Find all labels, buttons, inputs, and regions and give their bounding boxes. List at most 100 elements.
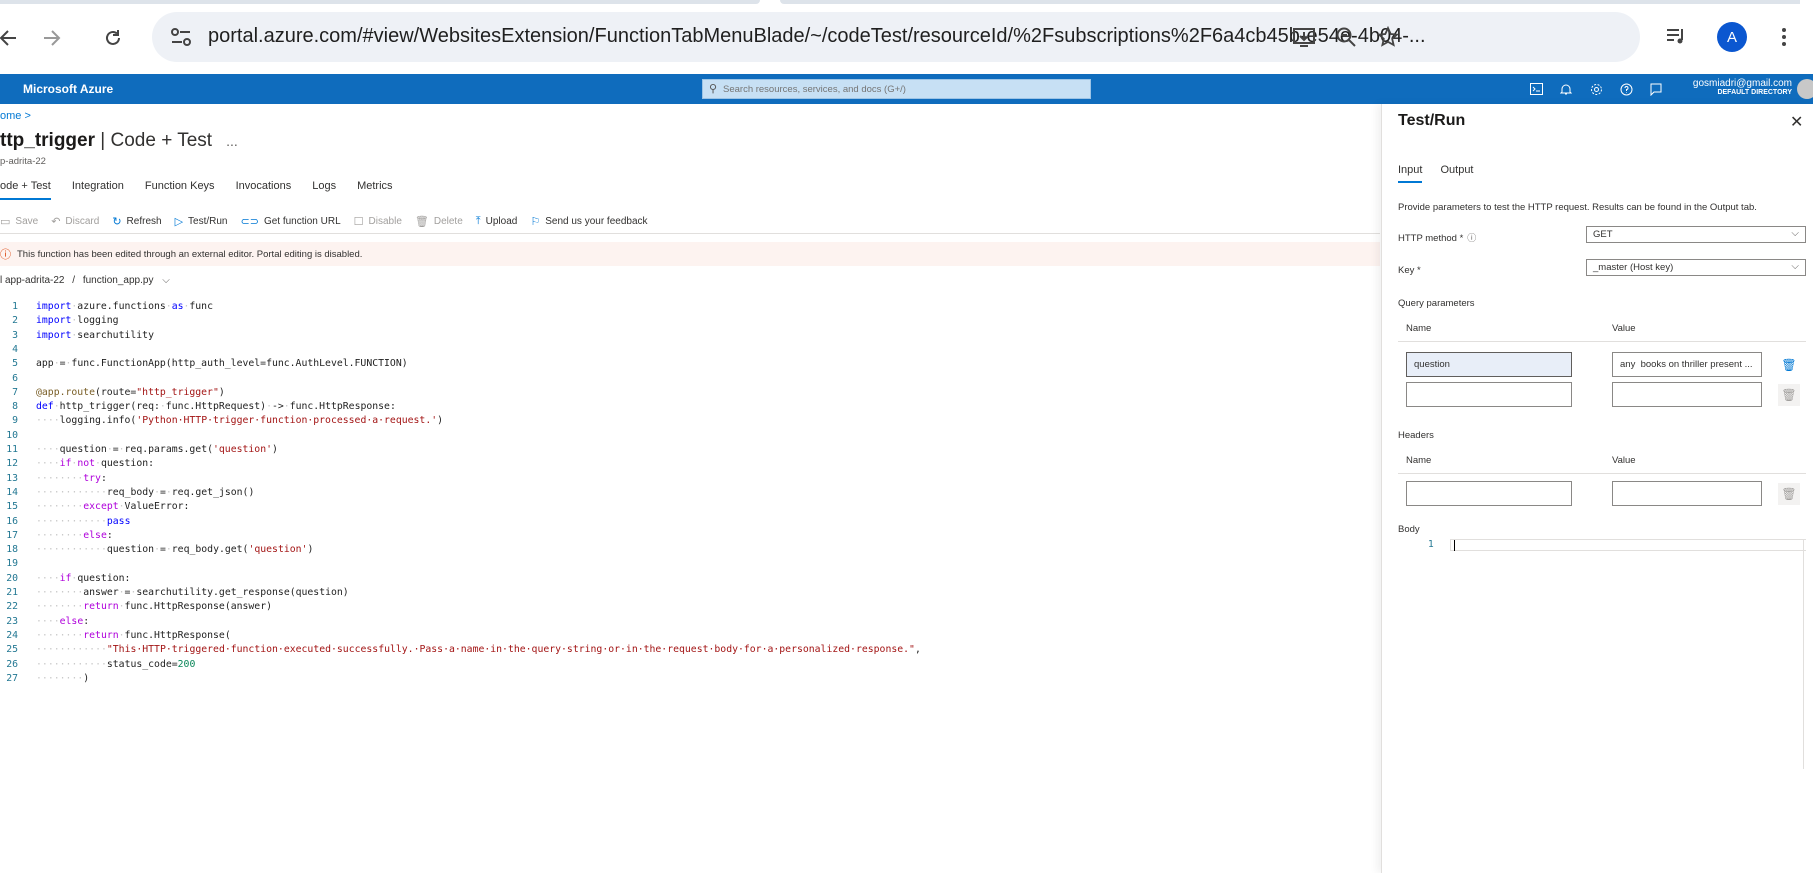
line-number: 13 [6,472,18,484]
address-bar[interactable]: portal.azure.com/#view/WebsitesExtension… [152,12,1640,62]
code-line[interactable]: ············"This·HTTP·triggered·functio… [36,643,921,657]
code-line[interactable]: ········try: [36,472,107,486]
code-line[interactable]: import·logging [36,314,119,328]
browser-toolbar: portal.azure.com/#view/WebsitesExtension… [0,0,1813,72]
line-number: 25 [6,644,18,656]
get-function-url-label: Get function URL [263,215,341,227]
code-line[interactable]: ····if·question: [36,572,130,586]
bookmark-star-icon[interactable] [1376,25,1400,49]
send-feedback-button[interactable]: ⚐ Send us your feedback [530,215,647,228]
code-line[interactable]: ····logging.info('Python·HTTP·trigger·fu… [36,414,443,428]
tab-metrics[interactable]: Metrics [357,178,392,202]
code-line[interactable]: ············req_body·=·req.get_json() [36,486,254,500]
azure-search-box[interactable]: ⚲ [702,79,1091,99]
tab-function-keys[interactable]: Function Keys [145,178,215,202]
line-number: 18 [6,544,18,556]
body-editor[interactable]: 1 [1398,539,1806,769]
chevron-down-icon[interactable]: ⌵ [162,275,170,286]
gear-icon[interactable] [1587,80,1605,98]
tab-code-test[interactable]: ode + Test [0,178,51,200]
header-name-input[interactable] [1406,481,1572,506]
page-title: ttp_trigger | Code + Test... [0,130,238,152]
chevron-down-icon: ⌵ [1791,261,1799,272]
bell-icon[interactable] [1557,80,1575,98]
menu-icon[interactable] [1774,20,1794,54]
code-line[interactable]: ········return·func.HttpResponse( [36,629,231,643]
headers-heading: Headers [1398,430,1434,441]
search-input[interactable] [723,82,1083,97]
code-line[interactable]: ········) [36,672,89,686]
tab-logs[interactable]: Logs [312,178,336,202]
delete-row-icon[interactable]: 🗑︎ [1778,354,1800,376]
url-text[interactable]: portal.azure.com/#view/WebsitesExtension… [208,25,1426,48]
code-line[interactable]: app·=·func.FunctionApp(http_auth_level=f… [36,357,408,371]
save-button[interactable]: ▭ Save [0,215,38,228]
user-email: gosmiadri@gmail.com [1692,78,1792,89]
code-line[interactable]: ········answer·=·searchutility.get_respo… [36,586,349,600]
azure-brand[interactable]: Microsoft Azure [23,82,113,96]
code-line[interactable]: ····if·not·question: [36,457,154,471]
file-path-app[interactable]: l app-adrita-22 [0,275,64,286]
file-selector[interactable]: function_app.py [83,275,154,286]
media-icon[interactable] [1658,18,1694,54]
zoom-icon[interactable] [1334,25,1358,49]
upload-button[interactable]: ⤒ Upload [476,215,518,228]
back-arrow-icon[interactable] [0,18,28,58]
http-method-select[interactable]: GET ⌵ [1586,226,1806,243]
get-function-url-button[interactable]: ⊂⊃ Get function URL [241,215,341,228]
delete-row-icon[interactable]: 🗑︎ [1778,384,1800,406]
cloud-shell-icon[interactable] [1527,80,1545,98]
feedback-icon[interactable] [1647,80,1665,98]
code-line[interactable]: ····question·=·req.params.get('question'… [36,443,278,457]
delete-button[interactable]: 🗑︎ Delete [415,215,463,228]
tab-invocations[interactable]: Invocations [236,178,292,202]
code-line[interactable]: import·azure.functions·as·func [36,300,213,314]
reload-icon[interactable] [93,18,133,58]
profile-avatar[interactable]: A [1717,22,1747,52]
header-value-input[interactable] [1612,481,1762,506]
close-icon[interactable]: ✕ [1790,112,1803,132]
disable-button[interactable]: ☐ Disable [354,215,402,228]
account-info[interactable]: gosmiadri@gmail.com DEFAULT DIRECTORY [1680,78,1792,96]
site-info-icon[interactable] [168,25,194,49]
code-line[interactable]: ············status_code=200 [36,658,195,672]
code-line[interactable]: def·http_trigger(req:·func.HttpRequest)·… [36,400,396,414]
code-line[interactable]: import·searchutility [36,329,154,343]
breadcrumb[interactable]: ome > [0,110,31,122]
tab-integration[interactable]: Integration [72,178,124,202]
refresh-button[interactable]: ↻ Refresh [112,215,161,228]
code-line[interactable]: ····else: [36,615,89,629]
code-line[interactable]: @app.route(route="http_trigger") [36,386,225,400]
code-line[interactable]: ········except·ValueError: [36,500,189,514]
link-icon: ⊂⊃ [240,215,259,228]
tab-input[interactable]: Input [1398,164,1423,183]
query-value-input[interactable] [1612,352,1762,377]
discard-icon: ↶ [51,215,61,228]
scrollbar[interactable] [1803,539,1804,769]
refresh-label: Refresh [126,215,162,227]
code-line[interactable]: ············pass [36,515,130,529]
blade-name: | Code + Test [95,130,213,151]
user-avatar[interactable] [1797,79,1813,99]
install-app-icon[interactable] [1292,25,1316,49]
query-name-input-empty[interactable] [1406,382,1572,407]
warning-banner: ⓘ This function has been edited through … [0,242,1380,266]
info-icon[interactable]: ⓘ [1467,233,1476,243]
query-name-input[interactable] [1406,352,1572,377]
code-line[interactable]: ········else: [36,529,113,543]
more-options-button[interactable]: ... [226,133,238,149]
line-number: 11 [6,444,18,455]
forward-arrow-icon[interactable] [32,18,72,58]
query-parameters-heading: Query parameters [1398,298,1475,309]
query-value-input-empty[interactable] [1612,382,1762,407]
help-icon[interactable] [1617,80,1635,98]
delete-row-icon[interactable]: 🗑︎ [1778,483,1800,505]
test-run-button[interactable]: ▷ Test/Run [175,215,228,228]
tab-output[interactable]: Output [1440,164,1473,183]
code-line[interactable]: ············question·=·req_body.get('que… [36,543,313,557]
checkbox-icon: ☐ [353,215,364,228]
code-line[interactable]: ········return·func.HttpResponse(answer) [36,600,272,614]
discard-button[interactable]: ↶ Discard [51,215,99,228]
line-number: 20 [6,572,18,584]
key-select[interactable]: _master (Host key) ⌵ [1586,259,1806,276]
